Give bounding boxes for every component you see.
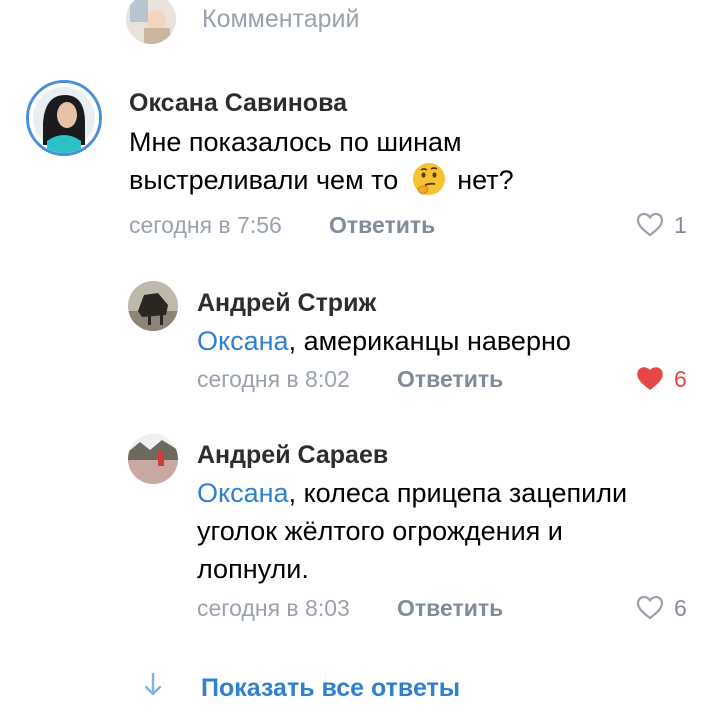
comment-text-line: выстреливали чем то нет?: [129, 161, 514, 199]
comment-text-fragment: , американцы наверно: [288, 326, 571, 356]
comment-timestamp: сегодня в 8:03: [197, 595, 350, 621]
show-all-replies-label[interactable]: Показать все ответы: [201, 674, 460, 703]
like-button[interactable]: [636, 366, 664, 392]
comment-text-line: Оксана, колеса прицепа зацепили: [197, 474, 627, 512]
avatar[interactable]: [128, 434, 178, 484]
comment-text-fragment: , колеса прицепа зацепили: [288, 478, 628, 508]
like-button[interactable]: [636, 212, 664, 238]
comment-author[interactable]: Андрей Стриж: [197, 289, 376, 318]
reply-button[interactable]: Ответить: [329, 212, 435, 239]
comment-text-line: Мне показалось по шинам: [129, 127, 462, 157]
reply-button[interactable]: Ответить: [397, 595, 503, 622]
arrow-down-icon: [143, 672, 163, 703]
comment-text-line: лопнули.: [197, 554, 309, 584]
comment-timestamp: сегодня в 7:56: [129, 212, 282, 238]
like-button[interactable]: [636, 595, 664, 621]
heart-filled-icon: [636, 366, 664, 392]
avatar[interactable]: [128, 281, 178, 331]
thinking-face-emoji-icon: [412, 162, 446, 196]
reply-button[interactable]: Ответить: [397, 366, 503, 393]
comment-input-placeholder[interactable]: Комментарий: [202, 5, 359, 34]
like-count: 6: [674, 366, 687, 392]
avatar[interactable]: [26, 80, 102, 156]
comment-author[interactable]: Оксана Савинова: [129, 89, 347, 118]
current-user-avatar: [126, 0, 176, 44]
like-count: 6: [674, 595, 687, 621]
comment-text: Мне показалось по шинам выстреливали чем…: [129, 123, 514, 199]
heart-outline-icon: [636, 595, 664, 621]
mention-link[interactable]: Оксана: [197, 326, 289, 356]
mention-link[interactable]: Оксана: [197, 478, 289, 508]
comment-author[interactable]: Андрей Сараев: [197, 441, 388, 470]
comment-timestamp: сегодня в 8:02: [197, 366, 350, 392]
like-count: 1: [674, 212, 687, 238]
heart-outline-icon: [636, 212, 664, 238]
comment-text-fragment: нет?: [457, 165, 514, 195]
comment-text: Оксана, колеса прицепа зацепили уголок ж…: [197, 474, 627, 588]
comment-text: Оксана, американцы наверно: [197, 322, 571, 360]
comment-text-fragment: выстреливали чем то: [129, 165, 399, 195]
comment-text-line: уголок жёлтого огрождения и: [197, 516, 563, 546]
